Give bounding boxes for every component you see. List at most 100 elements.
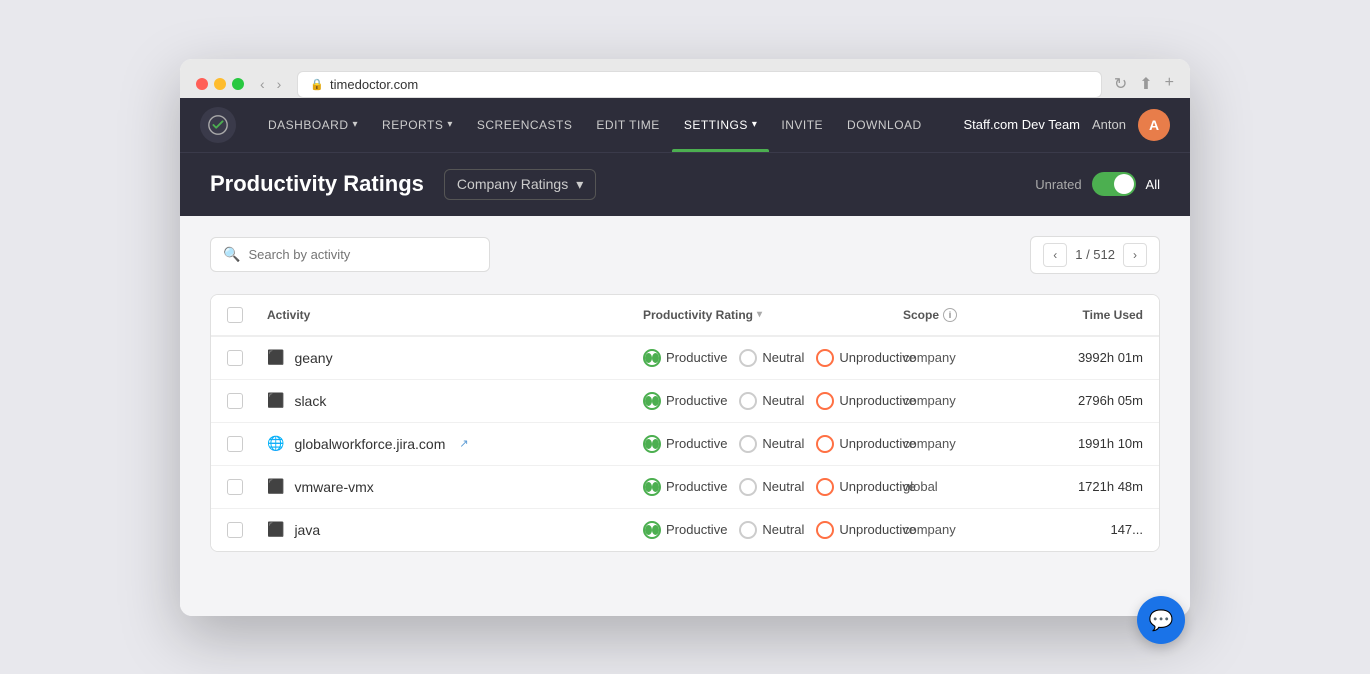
rating-cell: Productive Neutral Unproductive <box>643 521 903 539</box>
address-bar[interactable]: 🔒 timedoctor.com <box>297 71 1102 98</box>
neutral-radio[interactable] <box>739 478 757 496</box>
row-select-checkbox[interactable] <box>227 479 243 495</box>
productive-option[interactable]: Productive <box>643 521 727 539</box>
activity-cell: 🌐 globalworkforce.jira.com ↗ <box>267 435 643 452</box>
unproductive-radio[interactable] <box>816 435 834 453</box>
unproductive-radio[interactable] <box>816 521 834 539</box>
search-input[interactable] <box>248 247 477 262</box>
unrated-toggle[interactable] <box>1092 172 1136 196</box>
rating-cell: Productive Neutral Unproductive <box>643 478 903 496</box>
productive-radio[interactable] <box>643 349 661 367</box>
new-tab-button[interactable]: + <box>1165 74 1174 94</box>
row-select-checkbox[interactable] <box>227 436 243 452</box>
share-button[interactable]: ⬆ <box>1139 74 1152 94</box>
select-all-checkbox[interactable] <box>227 307 243 323</box>
activity-name: globalworkforce.jira.com <box>294 436 445 452</box>
row-checkbox <box>227 436 267 452</box>
activity-cell: ⬛ geany <box>267 349 643 366</box>
scope-cell: global <box>903 479 1023 494</box>
neutral-option[interactable]: Neutral <box>739 392 804 410</box>
nav-dashboard[interactable]: DASHBOARD ▾ <box>256 98 370 152</box>
time-cell: 1991h 10m <box>1023 436 1143 451</box>
forward-button[interactable]: › <box>273 74 286 94</box>
unproductive-option[interactable]: Unproductive <box>816 478 916 496</box>
productive-option[interactable]: Productive <box>643 478 727 496</box>
unproductive-option[interactable]: Unproductive <box>816 435 916 453</box>
productive-option[interactable]: Productive <box>643 435 727 453</box>
row-select-checkbox[interactable] <box>227 393 243 409</box>
url-text: timedoctor.com <box>330 77 418 92</box>
row-select-checkbox[interactable] <box>227 350 243 366</box>
unproductive-option[interactable]: Unproductive <box>816 392 916 410</box>
nav-edit-time[interactable]: EDIT TIME <box>584 98 671 152</box>
chat-bubble[interactable]: 💬 <box>1137 596 1185 644</box>
activity-cell: ⬛ vmware-vmx <box>267 478 643 495</box>
productive-radio[interactable] <box>643 521 661 539</box>
productive-radio[interactable] <box>643 478 661 496</box>
company-ratings-dropdown[interactable]: Company Ratings ▾ <box>444 169 596 200</box>
activity-cell: ⬛ java <box>267 521 643 538</box>
time-cell: 1721h 48m <box>1023 479 1143 494</box>
page-title: Productivity Ratings <box>210 171 424 197</box>
close-button[interactable] <box>196 78 208 90</box>
neutral-radio[interactable] <box>739 392 757 410</box>
scope-cell: company <box>903 436 1023 451</box>
next-page-button[interactable]: › <box>1123 243 1147 267</box>
activity-name: geany <box>294 350 332 366</box>
traffic-lights <box>196 78 244 90</box>
productive-radio[interactable] <box>643 435 661 453</box>
row-checkbox <box>227 479 267 495</box>
unproductive-option[interactable]: Unproductive <box>816 349 916 367</box>
external-link-icon: ↗ <box>459 437 468 450</box>
neutral-option[interactable]: Neutral <box>739 435 804 453</box>
nav-download[interactable]: DOWNLOAD <box>835 98 934 152</box>
app-logo[interactable] <box>200 107 236 143</box>
neutral-option[interactable]: Neutral <box>739 478 804 496</box>
unproductive-option[interactable]: Unproductive <box>816 521 916 539</box>
row-select-checkbox[interactable] <box>227 522 243 538</box>
neutral-radio[interactable] <box>739 349 757 367</box>
scope-info-icon[interactable]: i <box>943 308 957 322</box>
nav-reports[interactable]: REPORTS ▾ <box>370 98 465 152</box>
productive-option[interactable]: Productive <box>643 349 727 367</box>
nav-screencasts[interactable]: SCREENCASTS <box>465 98 585 152</box>
app-nav: DASHBOARD ▾ REPORTS ▾ SCREENCASTS EDIT T… <box>180 98 1190 152</box>
activity-name: vmware-vmx <box>294 479 373 495</box>
row-checkbox <box>227 350 267 366</box>
reload-button[interactable]: ↻ <box>1114 74 1127 94</box>
browser-actions: ↻ ⬆ + <box>1114 74 1174 94</box>
maximize-button[interactable] <box>232 78 244 90</box>
rating-cell: Productive Neutral Unproductive <box>643 392 903 410</box>
activity-name: java <box>294 522 320 538</box>
minimize-button[interactable] <box>214 78 226 90</box>
page-header: Productivity Ratings Company Ratings ▾ U… <box>180 152 1190 216</box>
unproductive-radio[interactable] <box>816 478 834 496</box>
header-right: Unrated All <box>1035 172 1160 196</box>
time-cell: 3992h 01m <box>1023 350 1143 365</box>
neutral-option[interactable]: Neutral <box>739 349 804 367</box>
neutral-radio[interactable] <box>739 521 757 539</box>
user-avatar[interactable]: A <box>1138 109 1170 141</box>
neutral-radio[interactable] <box>739 435 757 453</box>
nav-settings[interactable]: SETTINGS ▾ <box>672 98 770 152</box>
pagination-display: 1 / 512 <box>1075 247 1115 262</box>
table-row: ⬛ geany Productive Neutral <box>211 337 1159 380</box>
content-area: 🔍 ‹ 1 / 512 › Activity Productivity Rat <box>180 216 1190 616</box>
unproductive-radio[interactable] <box>816 392 834 410</box>
neutral-option[interactable]: Neutral <box>739 521 804 539</box>
back-button[interactable]: ‹ <box>256 74 269 94</box>
prev-page-button[interactable]: ‹ <box>1043 243 1067 267</box>
nav-invite[interactable]: INVITE <box>769 98 835 152</box>
th-time-used: Time Used <box>1023 308 1143 322</box>
pagination: ‹ 1 / 512 › <box>1030 236 1160 274</box>
unproductive-radio[interactable] <box>816 349 834 367</box>
rating-cell: Productive Neutral Unproductive <box>643 435 903 453</box>
table-row: ⬛ vmware-vmx Productive Neutral <box>211 466 1159 509</box>
th-activity: Activity <box>267 308 643 322</box>
table-row: ⬛ java Productive Neutral <box>211 509 1159 551</box>
web-icon: 🌐 <box>267 435 284 452</box>
sort-icon[interactable]: ▾ <box>757 309 762 320</box>
productive-option[interactable]: Productive <box>643 392 727 410</box>
productive-radio[interactable] <box>643 392 661 410</box>
th-scope: Scope i <box>903 308 1023 322</box>
